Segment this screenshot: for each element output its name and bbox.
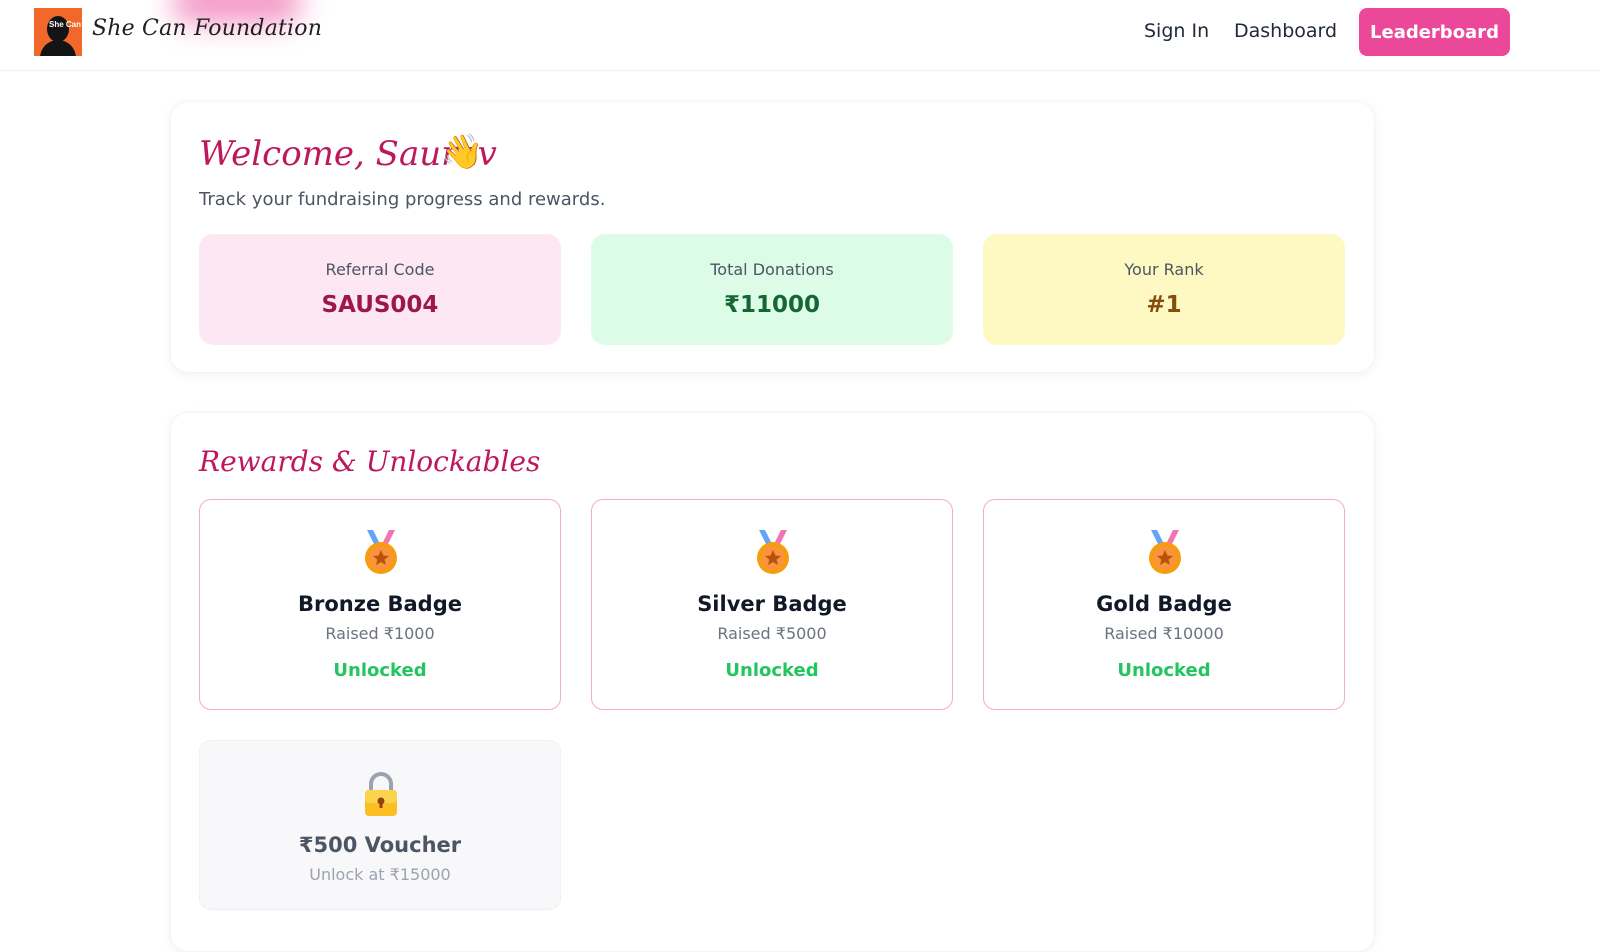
rewards-panel: Rewards & Unlockables Bronze Badge Raise… <box>170 412 1375 952</box>
total-donations-label: Total Donations <box>710 260 834 279</box>
reward-name: Silver Badge <box>697 592 847 616</box>
waving-hand-icon: 👋 <box>441 132 484 172</box>
medal-icon <box>365 530 397 574</box>
reward-status: Unlocked <box>725 660 819 681</box>
voucher-name: ₹500 Voucher <box>298 833 462 857</box>
rewards-title: Rewards & Unlockables <box>199 445 541 478</box>
logo-text: She Can <box>49 20 82 29</box>
total-donations-value: ₹11000 <box>723 292 821 318</box>
nav-dashboard[interactable]: Dashboard <box>1234 20 1337 42</box>
reward-name: Gold Badge <box>1096 592 1232 616</box>
navbar: She Can She Can Foundation Sign In Dashb… <box>0 0 1600 71</box>
referral-code-label: Referral Code <box>325 260 435 279</box>
total-donations-card: Total Donations ₹11000 <box>591 234 953 345</box>
welcome-panel: Welcome, Saurav 👋 Track your fundraising… <box>170 101 1375 373</box>
referral-code-card: Referral Code SAUS004 <box>199 234 561 345</box>
referral-code-value: SAUS004 <box>321 292 439 318</box>
reward-card-gold[interactable]: Gold Badge Raised ₹10000 Unlocked <box>983 499 1345 710</box>
reward-card-voucher-locked[interactable]: ₹500 Voucher Unlock at ₹15000 <box>199 740 561 910</box>
brand-name[interactable]: She Can Foundation <box>92 16 322 41</box>
lock-icon <box>365 772 397 816</box>
logo[interactable]: She Can <box>34 8 82 56</box>
logo-silhouette-body <box>40 40 76 56</box>
rank-card: Your Rank #1 <box>983 234 1345 345</box>
reward-card-silver[interactable]: Silver Badge Raised ₹5000 Unlocked <box>591 499 953 710</box>
reward-name: Bronze Badge <box>297 592 462 616</box>
reward-requirement: Raised ₹10000 <box>1104 624 1224 643</box>
medal-icon <box>1149 530 1181 574</box>
nav-sign-in[interactable]: Sign In <box>1144 20 1209 42</box>
reward-status: Unlocked <box>1117 660 1211 681</box>
medal-icon <box>757 530 789 574</box>
welcome-subtitle: Track your fundraising progress and rewa… <box>199 189 606 210</box>
leaderboard-button[interactable]: Leaderboard <box>1359 8 1510 56</box>
voucher-requirement: Unlock at ₹15000 <box>309 865 451 884</box>
reward-status: Unlocked <box>333 660 427 681</box>
reward-card-bronze[interactable]: Bronze Badge Raised ₹1000 Unlocked <box>199 499 561 710</box>
reward-requirement: Raised ₹1000 <box>325 624 435 643</box>
reward-requirement: Raised ₹5000 <box>717 624 827 643</box>
rank-label: Your Rank <box>1124 260 1204 279</box>
rank-value: #1 <box>1146 292 1182 318</box>
